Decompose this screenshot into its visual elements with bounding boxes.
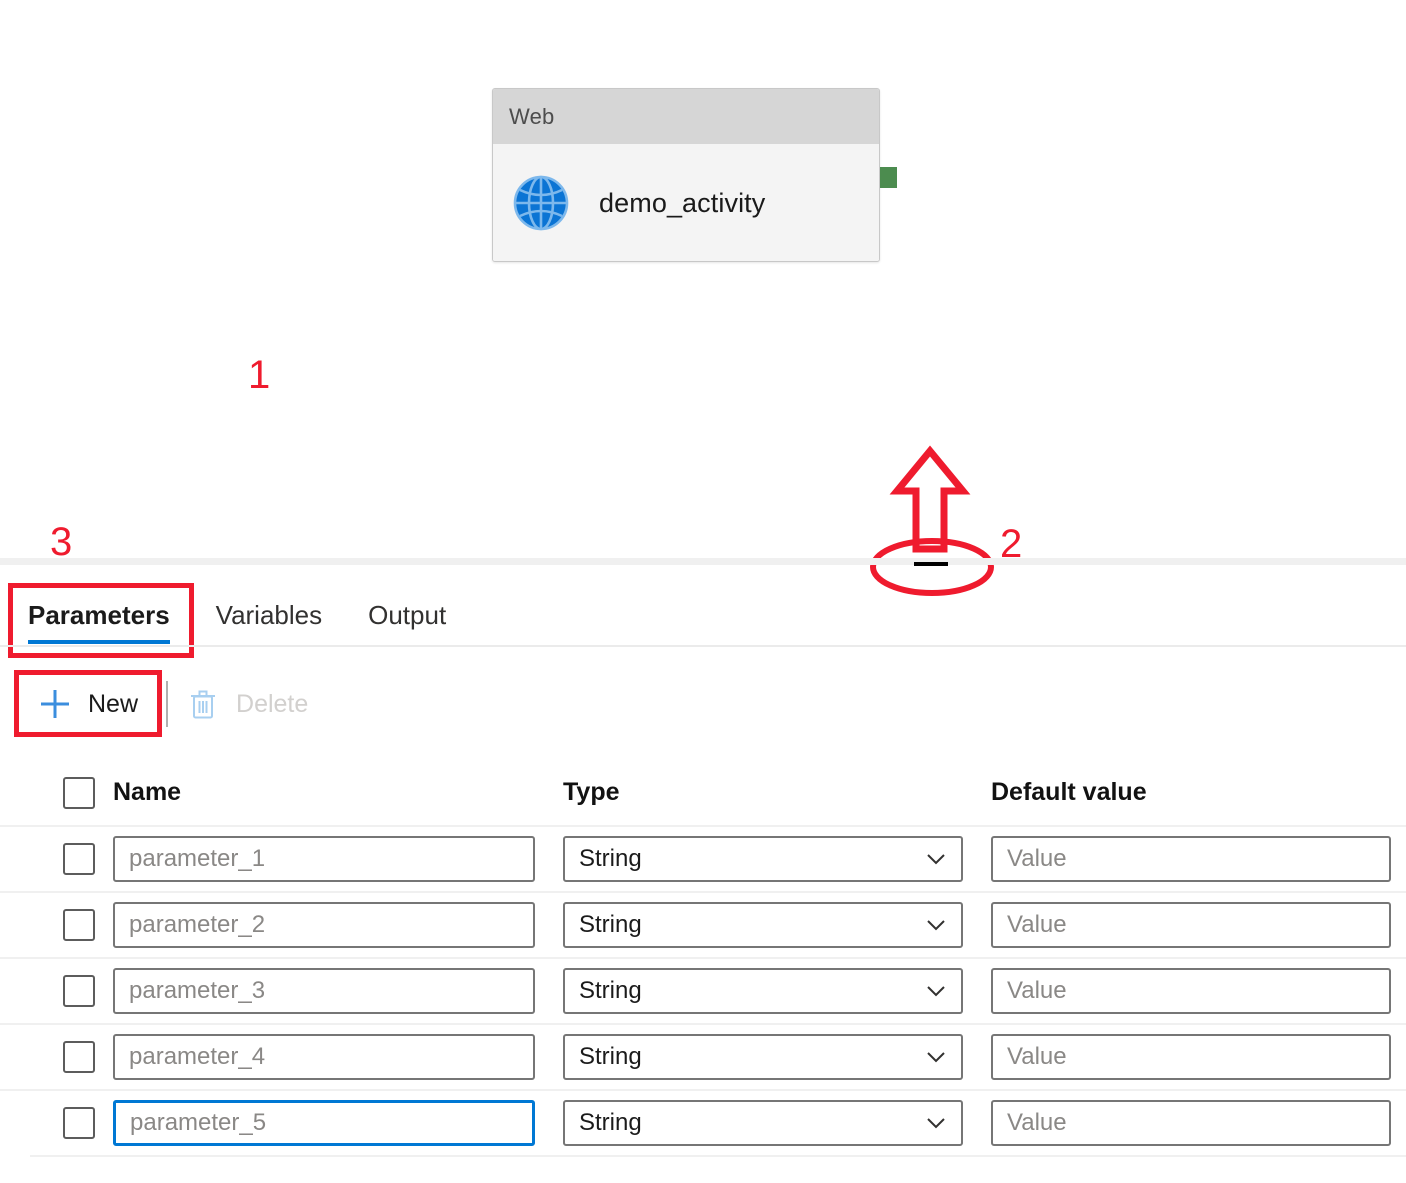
table-row: String bbox=[0, 825, 1406, 891]
row-name-cell bbox=[113, 836, 563, 882]
tab-variables-label: Variables bbox=[216, 600, 322, 631]
parameter-name-input[interactable] bbox=[113, 1100, 535, 1146]
activity-card-header-title: Web bbox=[509, 104, 554, 130]
column-header-default-value: Default value bbox=[991, 778, 1147, 806]
panel-tabstrip: Parameters Variables Output bbox=[0, 583, 1406, 648]
app-root: Web demo_activity 1 2 bbox=[0, 0, 1406, 1183]
table-bottom-border bbox=[30, 1155, 1406, 1157]
parameter-type-dropdown[interactable]: String bbox=[563, 968, 963, 1014]
chevron-down-icon bbox=[925, 848, 947, 870]
row-select-cell bbox=[30, 1041, 113, 1073]
column-header-name: Name bbox=[113, 778, 181, 806]
row-default-value-cell bbox=[991, 1034, 1406, 1080]
column-header-type: Type bbox=[563, 778, 620, 806]
select-all-cell bbox=[30, 777, 113, 809]
tab-output-label: Output bbox=[368, 600, 446, 631]
parameter-name-input[interactable] bbox=[113, 902, 535, 948]
trash-icon bbox=[186, 687, 220, 721]
column-header-type-cell: Type bbox=[563, 778, 991, 807]
chevron-down-icon bbox=[925, 1112, 947, 1134]
row-default-value-cell bbox=[991, 902, 1406, 948]
parameter-type-dropdown[interactable]: String bbox=[563, 836, 963, 882]
up-arrow-annotation-icon bbox=[890, 445, 970, 560]
row-select-cell bbox=[30, 843, 113, 875]
parameter-type-dropdown[interactable]: String bbox=[563, 902, 963, 948]
row-name-cell bbox=[113, 1034, 563, 1080]
parameter-type-value: String bbox=[579, 911, 925, 939]
activity-card-body: demo_activity bbox=[493, 144, 879, 262]
plus-icon bbox=[38, 687, 72, 721]
minimize-icon bbox=[914, 562, 948, 566]
row-type-cell: String bbox=[563, 1034, 991, 1080]
row-select-cell bbox=[30, 975, 113, 1007]
row-checkbox[interactable] bbox=[63, 843, 95, 875]
row-type-cell: String bbox=[563, 836, 991, 882]
parameter-type-value: String bbox=[579, 977, 925, 1005]
column-header-name-cell: Name bbox=[113, 778, 563, 807]
minimize-panel-button[interactable] bbox=[900, 545, 962, 583]
row-checkbox[interactable] bbox=[63, 1041, 95, 1073]
globe-icon bbox=[513, 175, 569, 231]
annotation-marker-3: 3 bbox=[50, 522, 72, 562]
tab-parameters-label: Parameters bbox=[28, 600, 170, 631]
row-select-cell bbox=[30, 909, 113, 941]
parameter-name-input[interactable] bbox=[113, 836, 535, 882]
table-row: String bbox=[0, 957, 1406, 1023]
row-checkbox[interactable] bbox=[63, 1107, 95, 1139]
parameter-default-value-input[interactable] bbox=[991, 968, 1391, 1014]
commandbar-separator bbox=[166, 681, 168, 727]
table-row: String bbox=[0, 891, 1406, 957]
row-default-value-cell bbox=[991, 836, 1406, 882]
activity-card[interactable]: Web demo_activity bbox=[492, 88, 880, 262]
row-checkbox[interactable] bbox=[63, 975, 95, 1007]
parameter-name-input[interactable] bbox=[113, 1034, 535, 1080]
parameters-table-header: Name Type Default value bbox=[0, 760, 1406, 825]
column-header-default-value-cell: Default value bbox=[991, 778, 1406, 807]
activity-output-connector[interactable] bbox=[880, 167, 897, 188]
row-type-cell: String bbox=[563, 902, 991, 948]
new-parameter-button[interactable]: New bbox=[30, 678, 152, 730]
delete-parameter-label: Delete bbox=[236, 690, 308, 719]
parameter-default-value-input[interactable] bbox=[991, 902, 1391, 948]
parameter-type-value: String bbox=[579, 1109, 925, 1137]
parameters-commandbar: New Delete bbox=[0, 668, 1406, 740]
parameter-name-input[interactable] bbox=[113, 968, 535, 1014]
chevron-down-icon bbox=[925, 980, 947, 1002]
tab-variables[interactable]: Variables bbox=[216, 583, 322, 648]
tabstrip-underline bbox=[0, 645, 1406, 647]
row-default-value-cell bbox=[991, 968, 1406, 1014]
parameters-table: Name Type Default value String bbox=[0, 760, 1406, 1157]
activity-name: demo_activity bbox=[599, 188, 765, 219]
row-name-cell bbox=[113, 968, 563, 1014]
parameter-type-value: String bbox=[579, 1043, 925, 1071]
parameter-type-value: String bbox=[579, 845, 925, 873]
tab-parameters[interactable]: Parameters bbox=[28, 583, 170, 648]
row-select-cell bbox=[30, 1107, 113, 1139]
row-default-value-cell bbox=[991, 1100, 1406, 1146]
parameter-default-value-input[interactable] bbox=[991, 836, 1391, 882]
row-type-cell: String bbox=[563, 968, 991, 1014]
parameter-default-value-input[interactable] bbox=[991, 1100, 1391, 1146]
table-row: String bbox=[0, 1089, 1406, 1155]
row-type-cell: String bbox=[563, 1100, 991, 1146]
row-name-cell bbox=[113, 1100, 563, 1146]
new-parameter-label: New bbox=[88, 690, 138, 719]
row-name-cell bbox=[113, 902, 563, 948]
parameter-type-dropdown[interactable]: String bbox=[563, 1034, 963, 1080]
panel-top-divider bbox=[0, 558, 1406, 565]
activity-card-header: Web bbox=[493, 89, 879, 144]
delete-parameter-button[interactable]: Delete bbox=[178, 678, 322, 730]
select-all-checkbox[interactable] bbox=[63, 777, 95, 809]
tab-output[interactable]: Output bbox=[368, 583, 446, 648]
parameter-default-value-input[interactable] bbox=[991, 1034, 1391, 1080]
chevron-down-icon bbox=[925, 914, 947, 936]
parameter-type-dropdown[interactable]: String bbox=[563, 1100, 963, 1146]
annotation-marker-1: 1 bbox=[248, 355, 270, 395]
row-checkbox[interactable] bbox=[63, 909, 95, 941]
table-row: String bbox=[0, 1023, 1406, 1089]
chevron-down-icon bbox=[925, 1046, 947, 1068]
